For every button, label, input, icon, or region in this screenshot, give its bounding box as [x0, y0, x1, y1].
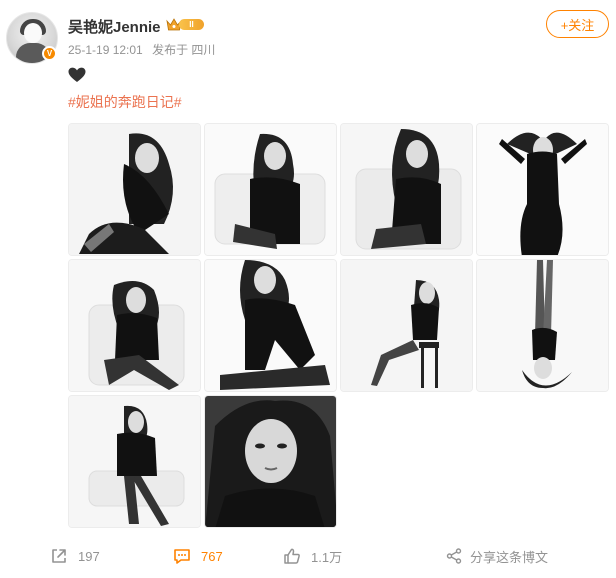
share-post-button[interactable]: 分享这条博文	[446, 546, 548, 566]
photo-7[interactable]	[340, 259, 473, 392]
follow-button[interactable]: +关注	[546, 10, 609, 38]
photo-6[interactable]	[204, 259, 337, 392]
image-grid	[68, 123, 610, 529]
photo-9[interactable]	[68, 395, 201, 528]
share-count: 197	[78, 548, 100, 564]
membership-crown-icon[interactable]: II	[166, 17, 204, 32]
author-name[interactable]: 吴艳妮Jennie	[68, 16, 161, 37]
share-button[interactable]: 197	[50, 546, 100, 566]
photo-2[interactable]	[204, 123, 337, 256]
action-bar: 197 767 1.1万 分享这条博文	[0, 540, 616, 572]
topic-hashtag-link[interactable]: #妮姐的奔跑日记#	[68, 92, 182, 112]
photo-3[interactable]	[340, 123, 473, 256]
like-button[interactable]: 1.1万	[283, 546, 342, 566]
photo-1[interactable]	[68, 123, 201, 256]
verified-badge-icon: V	[42, 46, 57, 61]
photo-10[interactable]	[204, 395, 337, 528]
membership-level-badge: II	[179, 19, 204, 30]
share-post-label: 分享这条博文	[470, 549, 549, 565]
comment-icon	[174, 549, 190, 564]
post-source: 发布于 四川	[152, 43, 216, 57]
comment-button[interactable]: 767	[173, 546, 223, 566]
post-timestamp[interactable]: 25-1-19 12:01	[68, 43, 143, 57]
thumbs-up-icon	[284, 548, 300, 564]
black-heart-emoji-icon	[68, 67, 86, 82]
photo-8[interactable]	[476, 259, 609, 392]
post-meta: 25-1-19 12:01 发布于 四川	[68, 41, 221, 58]
photo-4[interactable]	[476, 123, 609, 256]
comment-count: 767	[201, 548, 223, 564]
repost-icon	[52, 549, 66, 563]
like-count: 1.1万	[311, 549, 343, 565]
photo-5[interactable]	[68, 259, 201, 392]
share-icon	[446, 548, 462, 564]
